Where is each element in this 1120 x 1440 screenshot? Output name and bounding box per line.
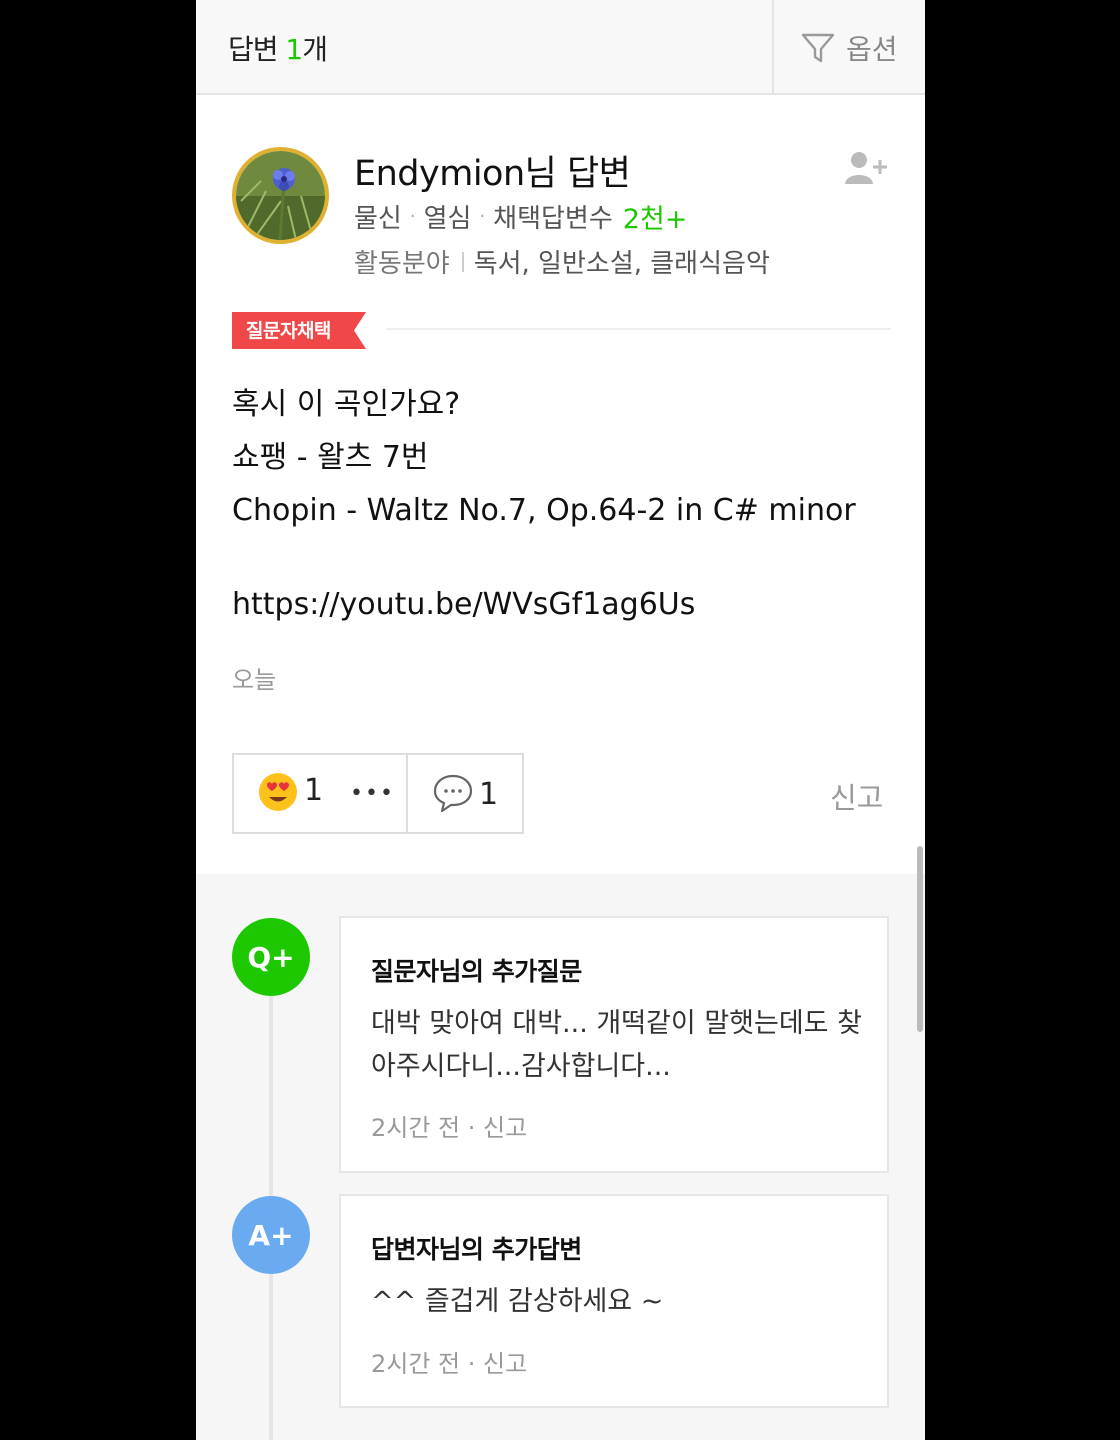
followup-answer-meta[interactable]: 2시간 전 · 신고 [371,1344,527,1379]
comment-icon[interactable] [432,773,474,813]
adopted-badge: 질문자채택 [246,320,331,342]
answer-count-title: 답변 1개 [228,33,328,66]
badge-divider [386,328,891,330]
cornflower-photo [236,151,325,240]
more-reactions-icon[interactable]: ••• [350,783,395,805]
like-count: 1 [304,773,324,808]
options-label: 옵션 [846,33,898,66]
fields-separator [461,251,464,272]
reaction-divider [406,753,408,834]
followup-question-meta[interactable]: 2시간 전 · 신고 [371,1108,527,1143]
followup-question-title: 질문자님의 추가질문 [371,957,582,986]
author-status: 열심 [423,204,472,234]
header-divider [772,0,774,93]
followup-question-icon: Q+ [232,918,310,996]
followup-answer-text: ^^ 즐겁게 감상하세요 ~ [371,1286,664,1317]
avatar[interactable] [232,147,329,244]
youtube-link[interactable]: https://youtu.be/WVsGf1ag6Us [232,587,695,622]
filter-icon [801,33,835,63]
report-button[interactable]: 신고 [830,775,883,817]
fields-label: 활동분야 [354,249,450,279]
followup-question-card: 질문자님의 추가질문 대박 맞아여 대박... 개떡같이 말햇는데도 찾아주시다… [339,916,889,1173]
answer-count: 1 [285,33,303,66]
activity-fields: 활동분야 독서, 일반소설, 클래식음악 [354,243,770,280]
scrollbar[interactable] [917,846,923,1032]
fields-value: 독서, 일반소설, 클래식음악 [473,249,770,279]
heart-eyes-emoji-icon[interactable] [258,772,298,812]
answer-screen: 답변 1개 옵션 Endymion님 답변 물신 · 열심 · 채택답변수 2천… [196,0,925,1440]
answer-body: 혹시 이 곡인가요? 쇼팽 - 왈츠 7번 Chopin - Waltz No.… [232,387,856,528]
answers-header: 답변 1개 옵션 [196,0,925,95]
followup-question-text: 대박 맞아여 대박... 개떡같이 말햇는데도 찾아주시다니...감사합니다..… [371,1008,862,1082]
author-meta: 물신 · 열심 · 채택답변수 2천+ [354,197,687,236]
adopted-label: 채택답변수 [493,204,613,234]
followup-answer-icon: A+ [232,1196,310,1274]
add-friend-icon[interactable] [844,150,890,186]
comment-count: 1 [479,777,499,812]
adopted-count: 2천+ [622,204,688,235]
answer-date: 오늘 [232,666,277,694]
author-name[interactable]: Endymion님 답변 [354,145,631,196]
options-button[interactable]: 옵션 [800,28,898,68]
followup-answer-title: 답변자님의 추가답변 [371,1235,582,1264]
followup-answer-card: 답변자님의 추가답변 ^^ 즐겁게 감상하세요 ~ 2시간 전 · 신고 [339,1194,889,1408]
author-rank: 물신 [354,204,402,234]
